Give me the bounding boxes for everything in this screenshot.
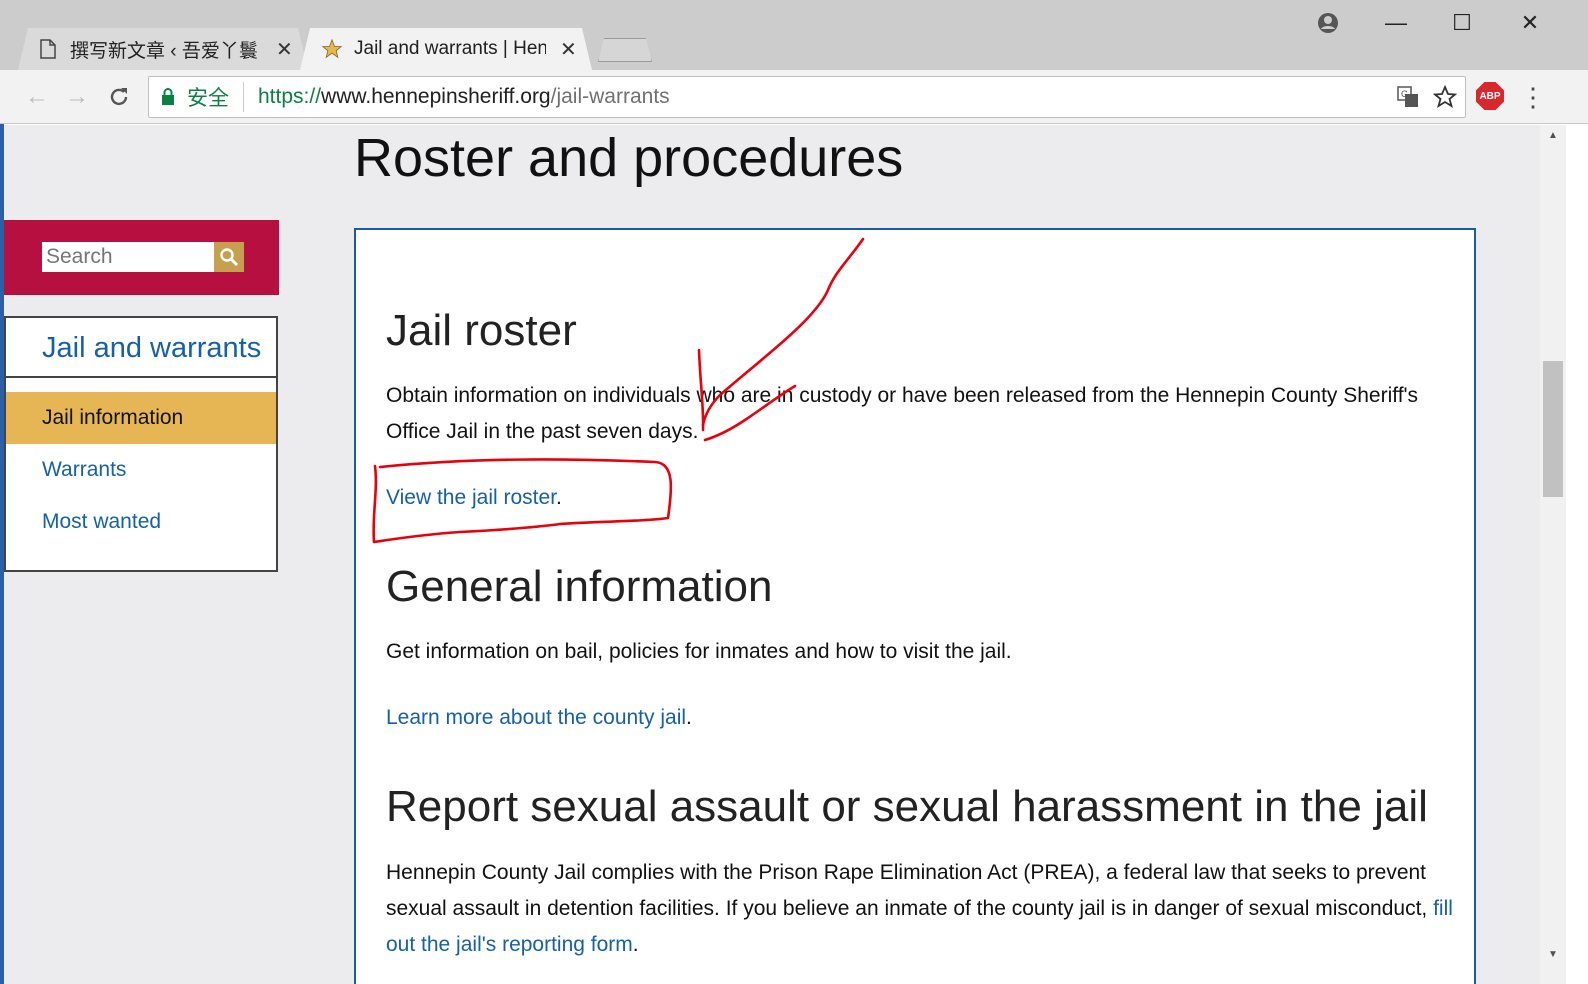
secure-label: 安全: [187, 82, 244, 112]
tab-jail-and-warrants[interactable]: Jail and warrants | Henn ✕: [300, 28, 592, 70]
page-title: Roster and procedures: [354, 128, 904, 188]
close-tab-icon[interactable]: ✕: [276, 37, 293, 62]
vertical-scrollbar[interactable]: ▲ ▼: [1540, 125, 1566, 984]
section-link-line-general-information: Learn more about the county jail.: [386, 700, 1456, 736]
tab-write-article[interactable]: 撰写新文章 ‹ 吾爱丫鬟 — ✕: [18, 28, 308, 70]
tab-title: 撰写新文章 ‹ 吾爱丫鬟 —: [70, 40, 262, 62]
new-tab-button[interactable]: [598, 38, 652, 62]
reload-icon[interactable]: [104, 82, 134, 112]
search-input[interactable]: [42, 242, 214, 272]
forward-arrow-icon[interactable]: →: [62, 82, 92, 112]
tab-title: Jail and warrants | Henn: [354, 38, 546, 59]
sidebar-nav: Jail and warrants Jail information Warra…: [4, 316, 278, 572]
sidebar-item-most-wanted[interactable]: Most wanted: [6, 496, 276, 548]
lock-icon: [161, 88, 175, 112]
close-window-button[interactable]: ✕: [1508, 8, 1552, 38]
scroll-up-arrow-icon[interactable]: ▲: [1540, 125, 1566, 145]
link-suffix: .: [556, 486, 562, 509]
scroll-thumb[interactable]: [1543, 361, 1563, 497]
search-icon: [220, 248, 239, 267]
url-path: /jail-warrants: [550, 85, 670, 108]
section-body-report-sexual-assault: Hennepin County Jail complies with the P…: [386, 855, 1456, 963]
profile-icon[interactable]: [1306, 8, 1350, 38]
section-heading-general-information: General information: [386, 562, 773, 611]
url-scheme: https://: [258, 85, 322, 108]
section-heading-jail-roster: Jail roster: [386, 306, 577, 355]
back-arrow-icon[interactable]: ←: [22, 82, 52, 112]
url-host: www.hennepinsheriff.org: [321, 85, 551, 108]
learn-more-county-jail-link[interactable]: Learn more about the county jail: [386, 706, 686, 729]
sidebar-heading[interactable]: Jail and warrants: [42, 332, 261, 365]
star-favicon-icon: [322, 38, 342, 59]
maximize-button[interactable]: ☐: [1440, 8, 1484, 38]
document-icon: [38, 39, 58, 59]
sidebar-divider: [6, 376, 276, 378]
window-edge: [0, 124, 4, 984]
menu-icon[interactable]: ⋮: [1518, 82, 1548, 112]
view-jail-roster-link[interactable]: View the jail roster: [386, 486, 556, 509]
report-body-text: Hennepin County Jail complies with the P…: [386, 861, 1434, 920]
translate-icon[interactable]: G: [1397, 86, 1419, 114]
adblock-plus-icon[interactable]: ABP: [1476, 82, 1504, 110]
section-body-jail-roster: Obtain information on individuals who ar…: [386, 384, 1419, 443]
svg-text:G: G: [1401, 89, 1408, 99]
section-heading-report-sexual-assault: Report sexual assault or sexual harassme…: [386, 782, 1428, 831]
browser-toolbar: ← → 安全 https://www.hennepinsheriff.org/j…: [0, 70, 1588, 124]
content-box: Jail roster Obtain information on indivi…: [354, 228, 1476, 984]
section-body-general-information: Get information on bail, policies for in…: [386, 640, 1012, 663]
bookmark-star-icon[interactable]: [1432, 84, 1458, 115]
address-bar[interactable]: 安全 https://www.hennepinsheriff.org/jail-…: [148, 76, 1466, 118]
link-suffix: .: [632, 933, 639, 956]
page-viewport: Roster and procedures Jail and warrants …: [0, 125, 1566, 984]
section-link-line-jail-roster: View the jail roster.: [386, 480, 1456, 516]
close-tab-icon[interactable]: ✕: [560, 37, 577, 62]
search-button[interactable]: [214, 242, 244, 272]
link-suffix: .: [686, 706, 692, 729]
browser-titlebar: 撰写新文章 ‹ 吾爱丫鬟 — ✕ Jail and warrants | Hen…: [0, 0, 1588, 70]
sidebar-item-warrants[interactable]: Warrants: [6, 444, 276, 496]
sidebar-item-jail-information[interactable]: Jail information: [6, 392, 276, 444]
search-panel: [4, 220, 279, 295]
minimize-button[interactable]: —: [1374, 8, 1418, 38]
scroll-down-arrow-icon[interactable]: ▼: [1540, 944, 1566, 964]
